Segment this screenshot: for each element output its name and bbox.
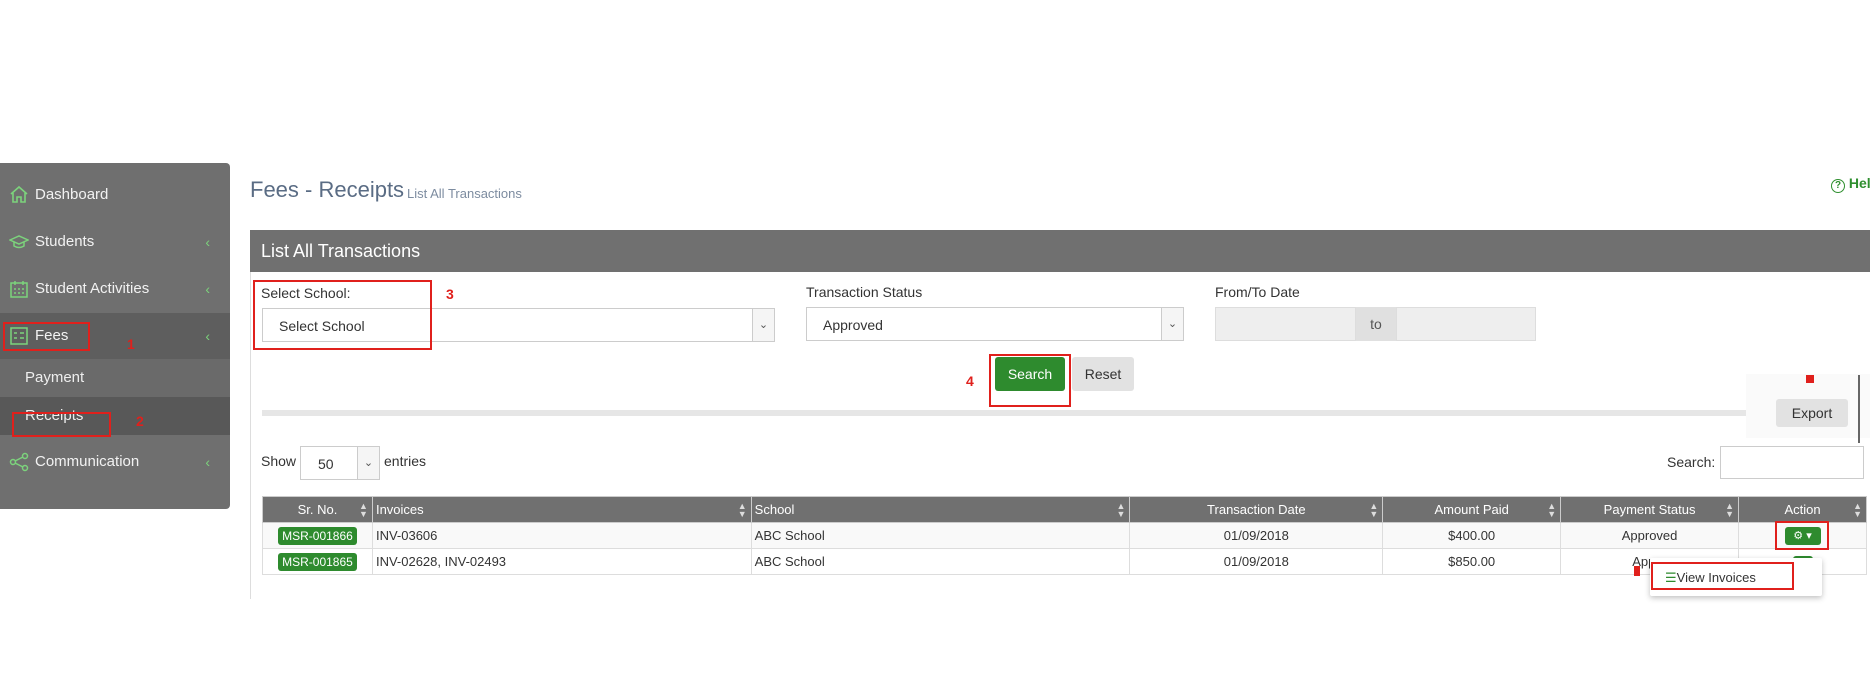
col-invoices[interactable]: Invoices ▲ ▼ <box>371 496 752 523</box>
cell-amount-paid: $400.00 <box>1382 522 1562 549</box>
col-action-label: Action <box>1784 502 1821 517</box>
annotation-number-1: 1 <box>127 336 135 352</box>
scroll-edge <box>1858 375 1860 443</box>
annotation-number-4: 4 <box>966 373 974 389</box>
page-title: Fees - Receipts <box>250 177 405 202</box>
annotation-box-action <box>1775 521 1829 550</box>
section-divider <box>262 410 1747 416</box>
transaction-status-value: Approved <box>823 317 883 333</box>
calendar-icon <box>10 281 28 298</box>
col-school-label: School <box>754 502 795 517</box>
to-date-input[interactable] <box>1396 307 1536 341</box>
nav-students[interactable]: Students ‹ <box>0 219 230 265</box>
chevron-left-icon: ‹ <box>205 234 210 250</box>
sort-icon: ▲ ▼ <box>1853 501 1862 519</box>
table-header-row: Sr. No. ▲ ▼ Invoices ▲ ▼ School ▲ ▼ Transactio… <box>262 496 1867 523</box>
cell-sr-no: MSR-001865 <box>262 548 373 575</box>
sort-icon: ▲ ▼ <box>737 501 747 519</box>
table-row: MSR-001866 INV-03606 ABC School 01/09/20… <box>262 522 1867 549</box>
panel-header: List All Transactions <box>250 230 1870 272</box>
home-icon <box>10 185 28 203</box>
sort-icon: ▲ ▼ <box>359 501 368 519</box>
entries-select[interactable]: 50 ⌄ <box>300 446 380 480</box>
col-sr-no[interactable]: Sr. No. ▲ ▼ <box>262 496 373 523</box>
transactions-table: Sr. No. ▲ ▼ Invoices ▲ ▼ School ▲ ▼ Transactio… <box>262 496 1867 575</box>
page-subtitle: List All Transactions <box>407 186 522 201</box>
col-amount-paid-label: Amount Paid <box>1434 502 1509 517</box>
annotation-box-view-invoices <box>1651 562 1794 590</box>
nav-dashboard[interactable]: Dashboard <box>0 172 230 218</box>
cell-transaction-date: 01/09/2018 <box>1129 522 1384 549</box>
nav-student-activities[interactable]: Student Activities ‹ <box>0 266 230 312</box>
nav-students-label: Students <box>35 233 95 250</box>
annotation-box-fees <box>3 322 90 351</box>
share-icon <box>9 452 29 472</box>
col-transaction-date-label: Transaction Date <box>1207 502 1306 517</box>
help-link[interactable]: ? Help <box>1831 175 1870 193</box>
chevron-down-icon: ⌄ <box>1161 308 1183 340</box>
transaction-status-select[interactable]: Approved ⌄ <box>806 307 1184 341</box>
sort-icon: ▲ ▼ <box>1725 501 1735 519</box>
nav-sub-payment[interactable]: Payment <box>0 359 230 397</box>
receipt-number-badge[interactable]: MSR-001866 <box>278 526 357 545</box>
annotation-marker <box>1806 375 1814 383</box>
col-amount-paid[interactable]: Amount Paid ▲ ▼ <box>1382 496 1562 523</box>
cell-school: ABC School <box>750 548 1131 575</box>
nav-communication[interactable]: Communication ‹ <box>0 439 230 485</box>
from-date-input[interactable] <box>1215 307 1356 341</box>
cell-sr-no: MSR-001866 <box>262 522 373 549</box>
chevron-left-icon: ‹ <box>205 328 210 344</box>
show-label: Show <box>261 453 297 469</box>
annotation-marker <box>1634 566 1640 576</box>
cell-school: ABC School <box>750 522 1131 549</box>
table-search-label: Search: <box>1667 454 1716 470</box>
cell-invoices: INV-03606 <box>371 522 752 549</box>
annotation-number-2: 2 <box>136 413 144 429</box>
nav-student-activities-label: Student Activities <box>35 280 150 297</box>
annotation-number-3: 3 <box>446 286 454 302</box>
export-button[interactable]: Export <box>1776 399 1848 427</box>
sort-icon: ▲ ▼ <box>1116 501 1126 519</box>
date-range-label: From/To Date <box>1215 284 1300 300</box>
table-row: MSR-001865 INV-02628, INV-02493 ABC Scho… <box>262 548 1867 575</box>
col-transaction-date[interactable]: Transaction Date ▲ ▼ <box>1129 496 1384 523</box>
table-search-input[interactable] <box>1720 446 1864 479</box>
reset-button[interactable]: Reset <box>1072 357 1134 391</box>
help-icon: ? <box>1831 179 1845 193</box>
transaction-status-label: Transaction Status <box>806 284 923 300</box>
annotation-box-receipts <box>12 412 111 437</box>
sort-icon: ▲ ▼ <box>1369 501 1379 519</box>
cell-amount-paid: $850.00 <box>1382 548 1562 575</box>
cell-invoices: INV-02628, INV-02493 <box>371 548 752 575</box>
chevron-down-icon: ⌄ <box>357 447 379 479</box>
nav-dashboard-label: Dashboard <box>35 186 109 203</box>
col-school[interactable]: School ▲ ▼ <box>750 496 1131 523</box>
nav-communication-label: Communication <box>35 453 140 470</box>
sort-icon: ▲ ▼ <box>1547 501 1557 519</box>
help-label: Help <box>1848 175 1870 191</box>
graduation-cap-icon <box>9 235 29 249</box>
date-to-separator: to <box>1356 307 1396 341</box>
col-sr-no-label: Sr. No. <box>297 502 338 517</box>
col-payment-status[interactable]: Payment Status ▲ ▼ <box>1560 496 1740 523</box>
entries-select-value: 50 <box>318 456 334 472</box>
col-invoices-label: Invoices <box>375 502 424 517</box>
annotation-box-school <box>253 280 432 350</box>
annotation-box-search <box>989 354 1071 407</box>
chevron-down-icon: ⌄ <box>752 309 774 341</box>
receipt-number-badge[interactable]: MSR-001865 <box>278 552 357 571</box>
chevron-left-icon: ‹ <box>205 281 210 297</box>
cell-payment-status: Approved <box>1560 522 1740 549</box>
panel-title: List All Transactions <box>261 241 421 261</box>
chevron-left-icon: ‹ <box>205 454 210 470</box>
cell-transaction-date: 01/09/2018 <box>1129 548 1384 575</box>
nav-sub-payment-label: Payment <box>25 369 85 386</box>
col-payment-status-label: Payment Status <box>1603 502 1696 517</box>
entries-label: entries <box>384 453 427 469</box>
col-action[interactable]: Action ▲ ▼ <box>1738 496 1867 523</box>
